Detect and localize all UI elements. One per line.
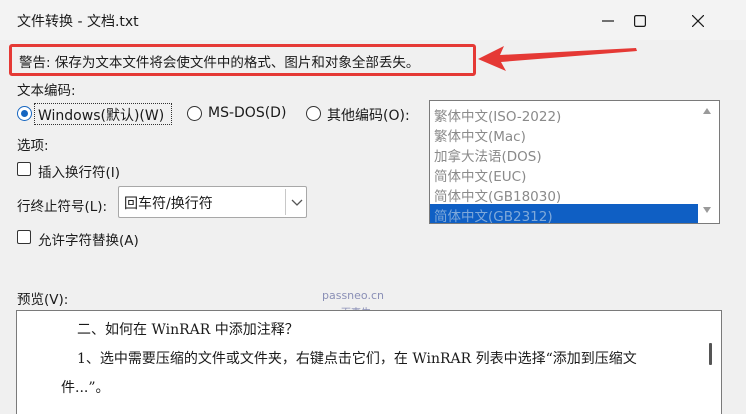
preview-line: 件...”。: [61, 380, 110, 396]
warning-text: 警告: 保存为文本文件将会使文件中的格式、图片和对象全部丢失。: [19, 55, 420, 71]
insert-line-breaks-checkbox[interactable]: [17, 162, 31, 176]
close-icon: [692, 15, 704, 27]
warning-highlight: 警告: 保存为文本文件将会使文件中的格式、图片和对象全部丢失。: [9, 44, 476, 76]
encoding-list-item[interactable]: 繁体中文(ISO-2022): [434, 105, 561, 125]
preview-line: 1、选中需要压缩的文件或文件夹，右键点击它们，在 WinRAR 列表中选择“添加…: [77, 351, 637, 367]
encoding-list-item[interactable]: 简体中文(GB18030): [434, 185, 561, 205]
preview-scrollbar-thumb[interactable]: [709, 343, 712, 365]
line-end-select-value: 回车符/换行符: [124, 196, 213, 212]
preview-pane[interactable]: 二、如何在 WinRAR 中添加注释？ 1、选中需要压缩的文件或文件夹，右键点击…: [16, 310, 722, 414]
encoding-list-item-selected[interactable]: 简体中文(GB2312): [430, 204, 698, 223]
chevron-down-icon[interactable]: [291, 197, 303, 207]
preview-label: 预览(V):: [17, 292, 69, 308]
red-arrow-annotation: [478, 46, 637, 71]
radio-windows-label[interactable]: Windows(默认)(W): [38, 105, 164, 125]
radio-other-encoding[interactable]: [306, 106, 321, 121]
maximize-button[interactable]: [618, 6, 662, 36]
radio-msdos[interactable]: [187, 106, 202, 121]
minimize-icon: [602, 20, 614, 22]
scroll-down-icon[interactable]: [702, 206, 712, 214]
maximize-icon: [634, 15, 646, 27]
encoding-list-item[interactable]: 简体中文(EUC): [434, 165, 526, 185]
close-button[interactable]: [676, 6, 720, 36]
select-divider: [285, 189, 286, 215]
line-end-select[interactable]: 回车符/换行符: [118, 186, 307, 218]
line-end-label: 行终止符号(L):: [17, 199, 108, 215]
watermark-text: passneo.cn: [322, 289, 384, 302]
encoding-list-item[interactable]: 繁体中文(Mac): [434, 125, 526, 145]
window-title: 文件转换 - 文档.txt: [17, 14, 139, 30]
radio-windows[interactable]: [17, 106, 32, 121]
scroll-up-icon[interactable]: [702, 107, 712, 115]
insert-line-breaks-label[interactable]: 插入换行符(I): [38, 161, 120, 181]
encoding-list-item[interactable]: 加拿大法语(DOS): [434, 145, 542, 165]
radio-msdos-label[interactable]: MS-DOS(D): [208, 105, 286, 121]
allow-substitution-label[interactable]: 允许字符替换(A): [38, 229, 139, 249]
radio-other-encoding-label[interactable]: 其他编码(O):: [327, 105, 410, 125]
title-bar: 文件转换 - 文档.txt: [0, 0, 746, 40]
options-group-label: 选项:: [17, 138, 49, 154]
encoding-listbox[interactable]: 繁体中文(ISO-2022) 繁体中文(Mac) 加拿大法语(DOS) 简体中文…: [429, 100, 720, 224]
preview-line: 二、如何在 WinRAR 中添加注释？: [77, 322, 299, 338]
allow-substitution-checkbox[interactable]: [17, 230, 31, 244]
encoding-group-label: 文本编码:: [17, 83, 76, 99]
